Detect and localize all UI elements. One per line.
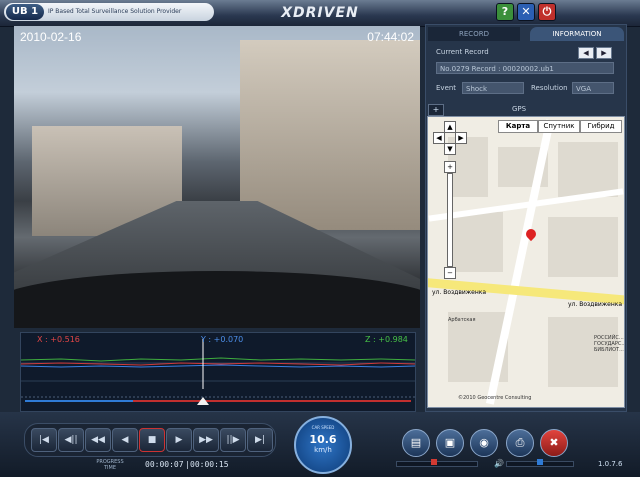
gps-section-label: GPS [512, 105, 527, 113]
volume-handle[interactable] [537, 459, 543, 465]
next-record-button[interactable]: ▶ [596, 47, 612, 59]
brightness-handle[interactable] [431, 459, 437, 465]
zoom-slider[interactable] [447, 173, 453, 267]
map-type-map-button[interactable]: Карта [498, 120, 538, 133]
tab-record[interactable]: RECORD [428, 27, 520, 41]
play-reverse-button[interactable]: ◀ [112, 428, 138, 452]
pan-right-button[interactable]: ▶ [455, 132, 467, 144]
stop-button[interactable]: ■ [139, 428, 165, 452]
video-building-right [240, 40, 420, 230]
map-type-satellite-button[interactable]: Спутник [538, 120, 580, 133]
power-button[interactable]: ⏻ [538, 3, 556, 21]
event-label: Event [436, 84, 457, 92]
version-label: 1.0.7.6 [598, 460, 623, 468]
tab-information-label: INFORMATION [552, 30, 602, 38]
elapsed-time: 00:00:07 [145, 460, 184, 469]
gps-map[interactable]: ул. Воздвиженка ул. Воздвиженка Арбатска… [427, 116, 625, 408]
play-button[interactable]: ▶ [166, 428, 192, 452]
save-icon[interactable]: ▣ [436, 429, 464, 457]
tab-record-label: RECORD [459, 30, 489, 38]
title-bar: UB 1 IP Based Total Surveillance Solutio… [0, 0, 640, 27]
video-frame[interactable]: 2010-02-16 07:44:02 [14, 26, 420, 328]
place-label-arbatskaya: Арбатская [448, 317, 476, 323]
open-file-icon[interactable]: ▤ [402, 429, 430, 457]
pan-down-button[interactable]: ▼ [444, 143, 456, 155]
zoom-out-button[interactable]: − [444, 267, 456, 279]
minimize-button[interactable]: ✕ [517, 3, 535, 21]
street-label-2: ул. Воздвиженка [568, 301, 623, 308]
settings-tools-icon[interactable]: ✖ [540, 429, 568, 457]
snapshot-camera-icon[interactable]: ◉ [470, 429, 498, 457]
map-copyright: ©2010 Geocentre Consulting [458, 395, 532, 401]
prev-record-button[interactable]: ◀ [578, 47, 594, 59]
volume-slider[interactable] [506, 459, 574, 467]
z-value-label: Z : +0.984 [365, 335, 408, 344]
gsensor-graph[interactable]: X : +0.516 Y : +0.070 Z : +0.984 [20, 332, 416, 412]
z-axis-line [21, 357, 415, 362]
current-record-label: Current Record [436, 48, 489, 56]
skip-start-button[interactable]: |◀ [31, 428, 57, 452]
zoom-in-button[interactable]: + [444, 161, 456, 173]
gsensor-plot [21, 339, 415, 405]
print-icon[interactable]: ⎙ [506, 429, 534, 457]
ub1-logo: UB 1 IP Based Total Surveillance Solutio… [4, 3, 214, 21]
video-date-overlay: 2010-02-16 [20, 30, 82, 44]
step-forward-button[interactable]: ||▶ [220, 428, 246, 452]
speedometer: CAR SPEED 10.6 km/h [294, 416, 352, 474]
x-value-label: X : +0.516 [37, 335, 80, 344]
speed-caption: CAR SPEED [311, 425, 335, 430]
map-block [558, 142, 618, 197]
rewind-button[interactable]: ◀◀ [85, 428, 111, 452]
skip-end-button[interactable]: ▶| [247, 428, 273, 452]
brand-logo: XDRIVEN [281, 5, 359, 21]
help-button[interactable]: ? [496, 3, 514, 21]
progress-time-label: PROGRESS TIME [96, 459, 124, 471]
volume-icon: 🔊 [494, 459, 504, 468]
playback-controls: |◀ ◀|| ◀◀ ◀ ■ ▶ ▶▶ ||▶ ▶| [24, 423, 276, 457]
place-label-library: РОССИЙС... ГОСУДАРС... БИБЛИОТ... [594, 335, 625, 353]
total-time: 00:00:15 [190, 460, 229, 469]
record-field: No.0279 Record : 00020002.ub1 [436, 62, 614, 74]
y-value-label: Y : +0.070 [201, 335, 244, 344]
logo-ub-text: UB 1 [6, 4, 44, 20]
tab-information[interactable]: INFORMATION [530, 27, 624, 41]
event-field: Shock [462, 82, 524, 94]
logo-tagline: IP Based Total Surveillance Solution Pro… [48, 8, 182, 15]
resolution-label: Resolution [531, 84, 568, 92]
gps-expand-button[interactable]: + [428, 104, 444, 116]
map-block [453, 212, 503, 272]
resolution-field: VGA [572, 82, 614, 94]
map-type-hybrid-button[interactable]: Гибрид [580, 120, 622, 133]
street-label-1: ул. Воздвиженка [432, 289, 487, 296]
y-axis-line [21, 364, 415, 368]
step-back-button[interactable]: ◀|| [58, 428, 84, 452]
speed-unit: km/h [314, 446, 332, 454]
video-time-overlay: 07:44:02 [367, 30, 414, 44]
fast-forward-button[interactable]: ▶▶ [193, 428, 219, 452]
map-block [548, 217, 618, 277]
speed-value: 10.6 [309, 433, 337, 446]
brightness-slider[interactable] [396, 459, 478, 467]
video-dashboard [14, 271, 420, 328]
